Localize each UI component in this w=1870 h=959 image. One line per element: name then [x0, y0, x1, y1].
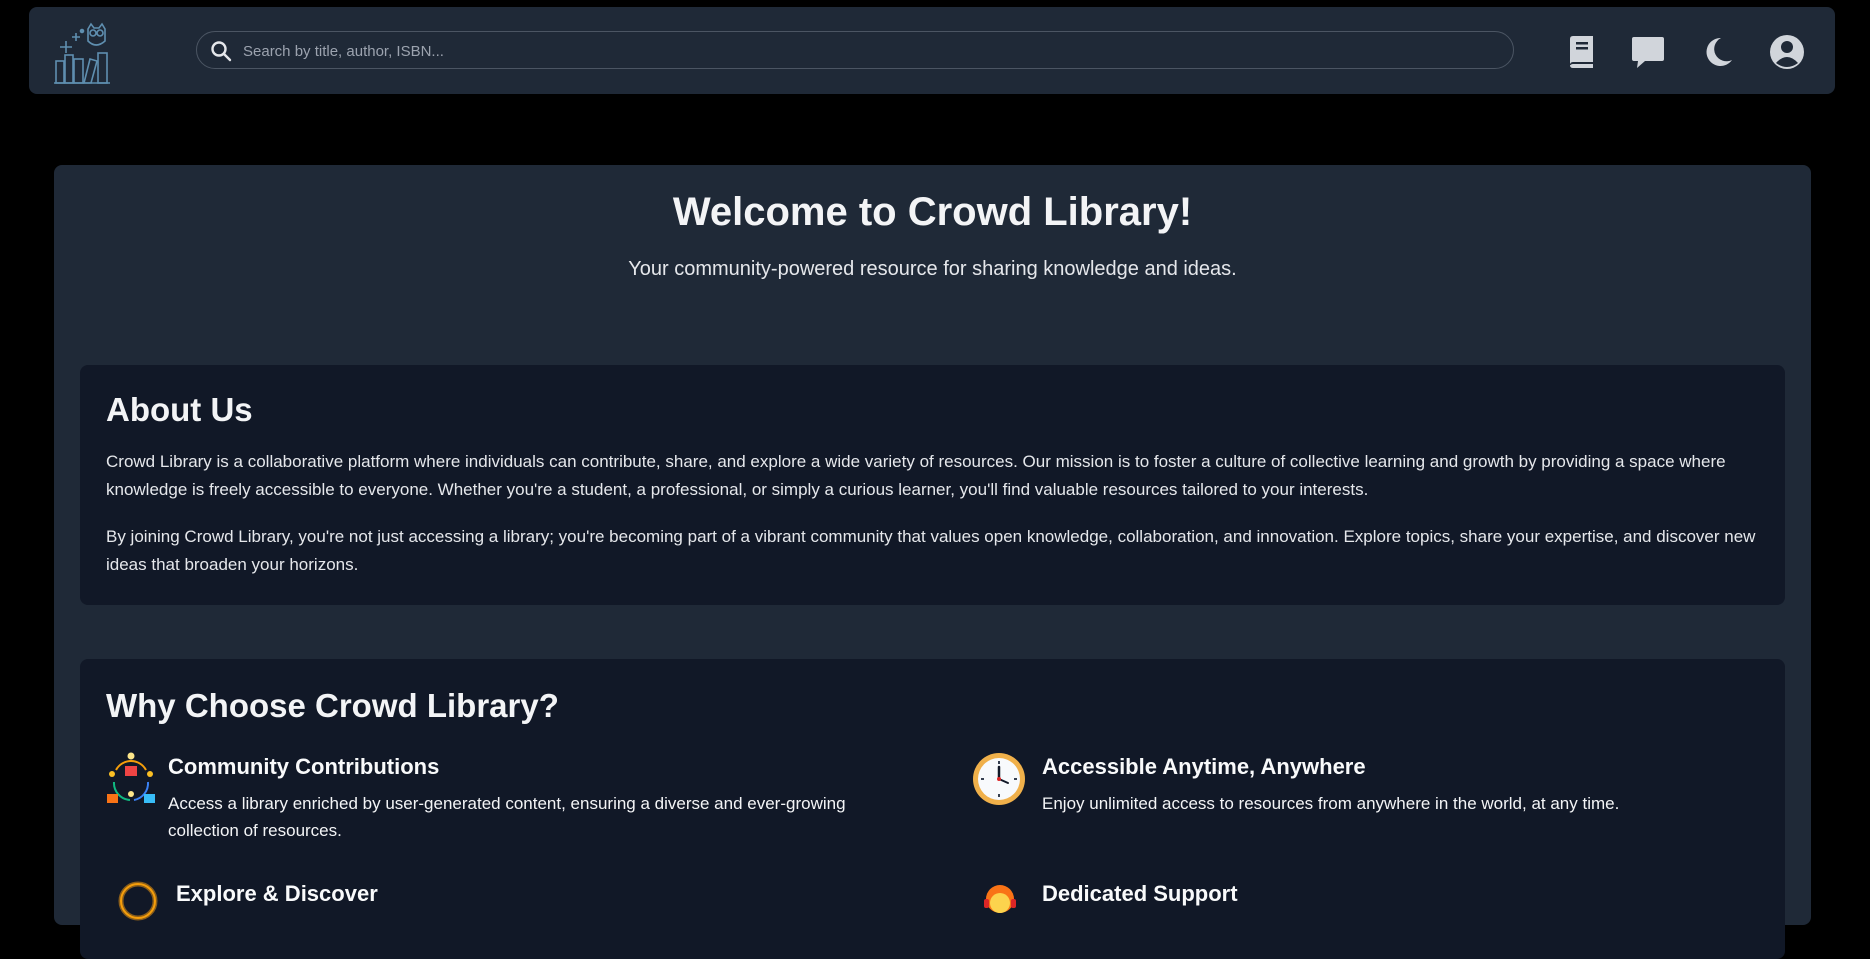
user-circle-icon[interactable] — [1768, 33, 1806, 71]
feature-title: Dedicated Support — [1042, 881, 1238, 906]
about-us-section: About Us Crowd Library is a collaborativ… — [80, 365, 1785, 605]
moon-icon[interactable] — [1699, 33, 1737, 71]
feature-description: Access a library enriched by user-genera… — [168, 794, 846, 840]
feature-title: Accessible Anytime, Anywhere — [1042, 754, 1366, 779]
feature-title: Explore & Discover — [176, 881, 378, 906]
discover-ring-icon — [118, 881, 168, 937]
search-bar[interactable] — [196, 31, 1514, 70]
main-content: Welcome to Crowd Library! Your community… — [54, 165, 1811, 959]
search-icon — [210, 40, 232, 62]
feature-item: Dedicated Support — [972, 879, 1772, 959]
feature-title: Community Contributions — [168, 754, 440, 779]
community-network-icon — [106, 752, 156, 808]
why-choose-heading: Why Choose Crowd Library? — [106, 687, 559, 724]
feature-description: Enjoy unlimited access to resources from… — [1042, 794, 1620, 813]
about-us-heading: About Us — [106, 391, 253, 428]
about-paragraph: By joining Crowd Library, you're not jus… — [106, 527, 1756, 574]
crowd-library-logo[interactable] — [54, 19, 110, 85]
clock-icon — [972, 752, 1025, 808]
top-navbar — [29, 7, 1835, 94]
page-title: Welcome to Crowd Library! — [672, 190, 1193, 234]
feature-item: Accessible Anytime, Anywhere Enjoy unlim… — [972, 752, 1772, 852]
page-subtitle: Your community-powered resource for shar… — [628, 258, 1237, 280]
why-choose-section: Why Choose Crowd Library? Community Cont… — [80, 659, 1785, 959]
book-icon[interactable] — [1562, 33, 1600, 71]
feature-item: Explore & Discover — [106, 879, 906, 959]
chat-icon[interactable] — [1629, 33, 1667, 71]
support-agent-icon — [980, 879, 1030, 935]
feature-item: Community Contributions Access a library… — [106, 752, 906, 852]
search-input[interactable] — [241, 32, 1495, 70]
about-paragraph: Crowd Library is a collaborative platfor… — [106, 452, 1726, 499]
